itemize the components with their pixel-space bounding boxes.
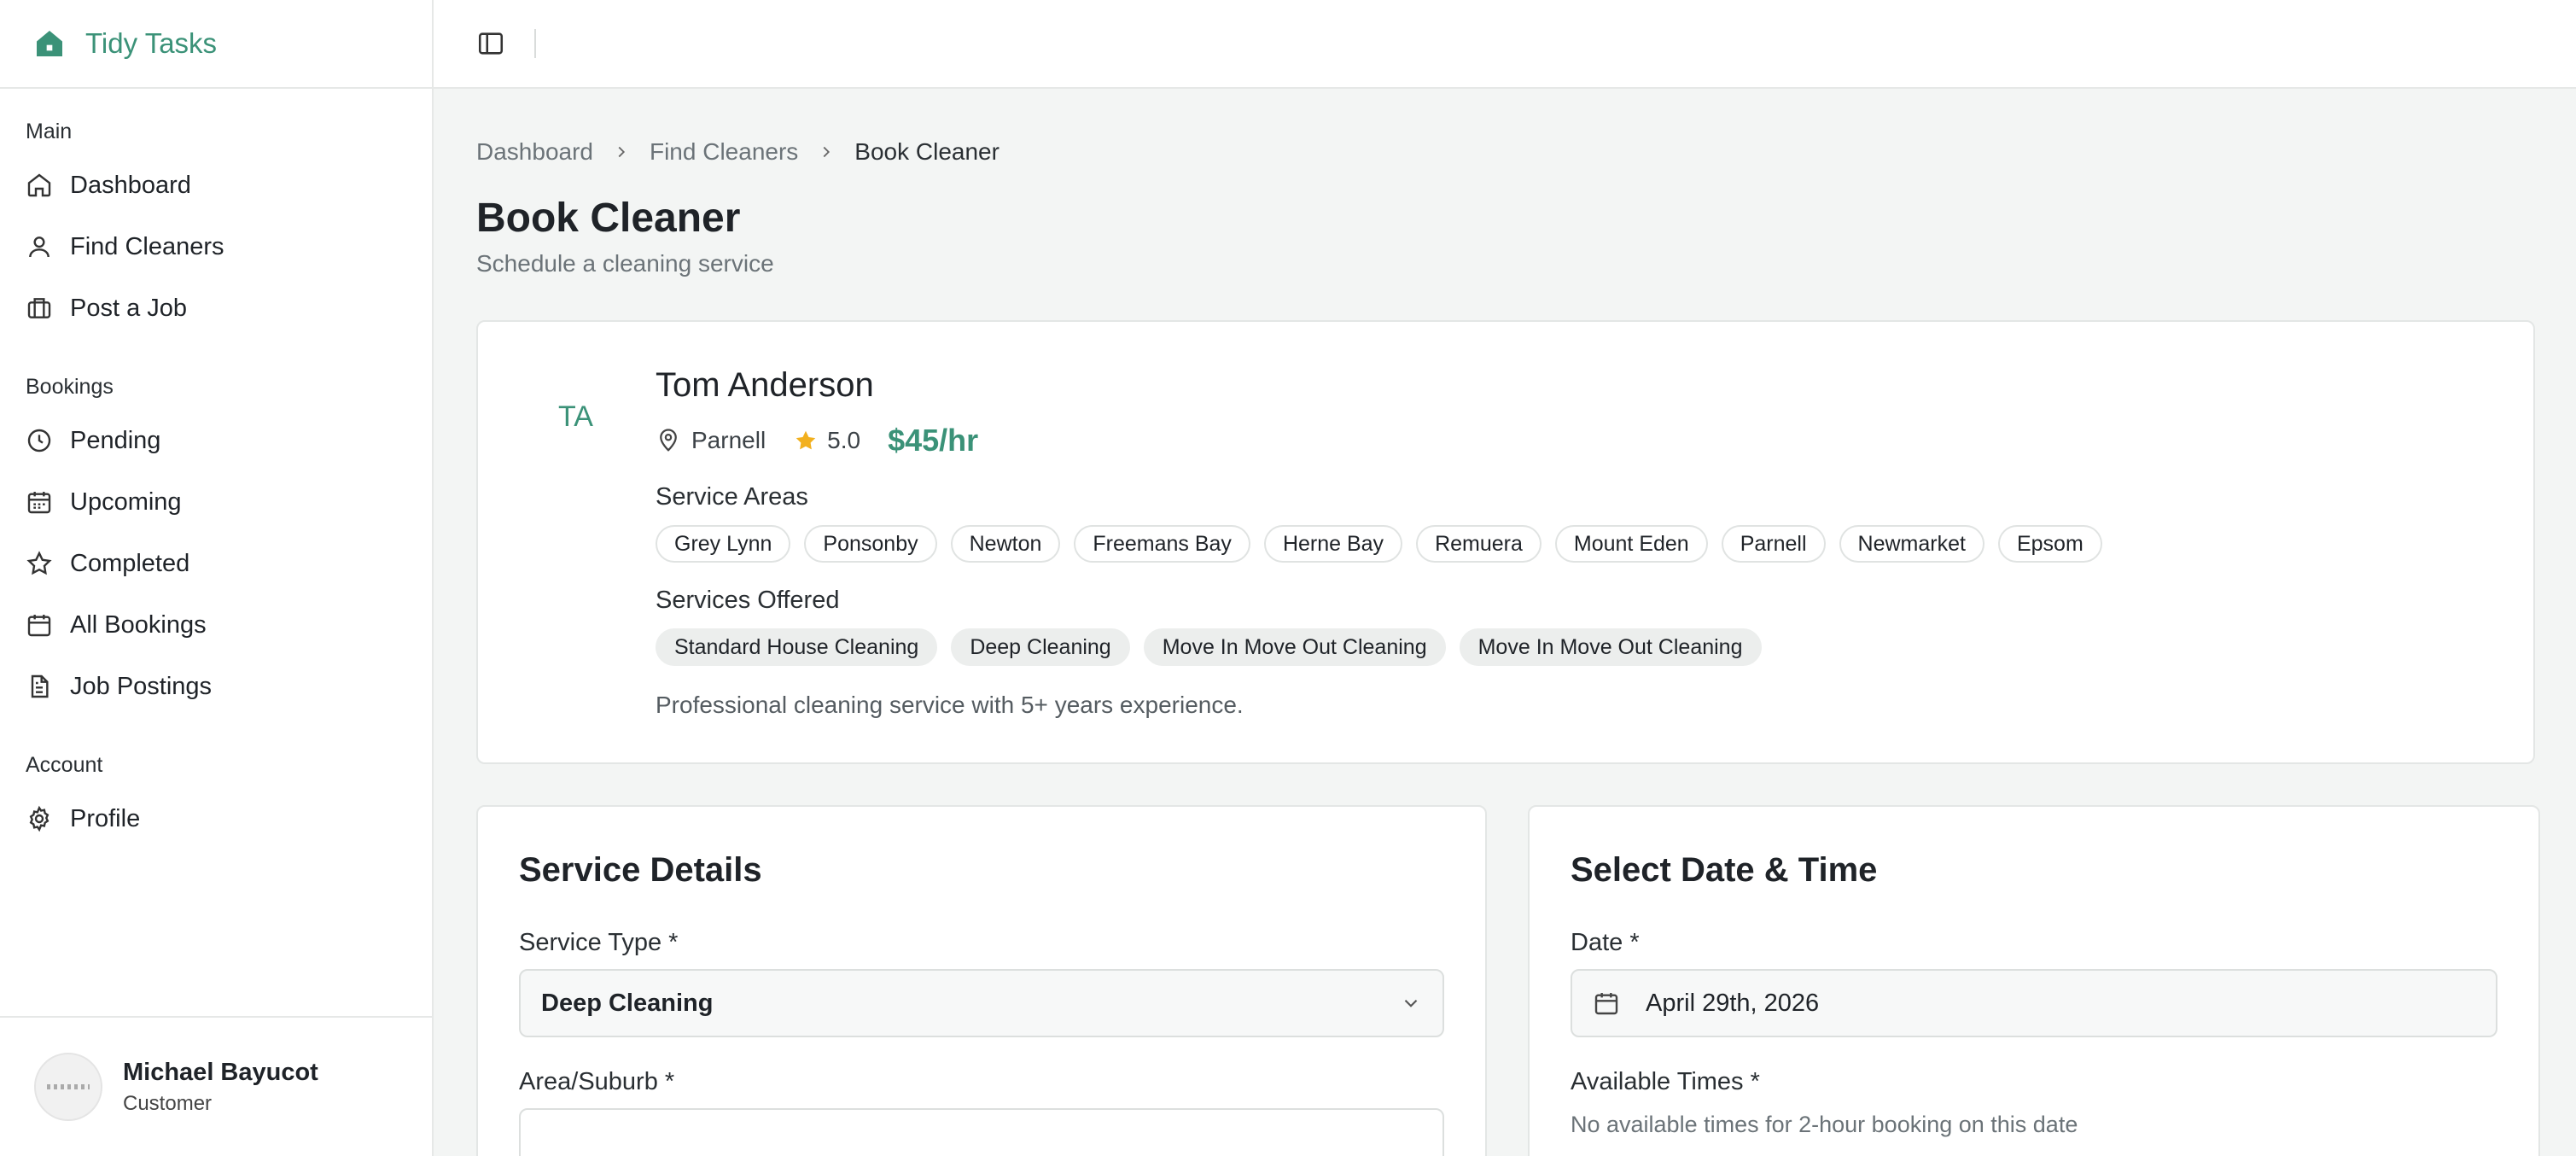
sidebar-item-label: Pending xyxy=(70,426,161,454)
services-offered-list: Standard House Cleaning Deep Cleaning Mo… xyxy=(656,628,2499,666)
clock-icon xyxy=(27,429,51,452)
sidebar: Tidy Tasks Main Dashboard Find Cleaners … xyxy=(0,0,434,1156)
service-area-chip: Epsom xyxy=(1997,525,2102,563)
sidebar-item-pending[interactable]: Pending xyxy=(26,410,406,471)
service-areas-list: Grey Lynn Ponsonby Newton Freemans Bay H… xyxy=(656,525,2499,563)
service-area-chip: Grey Lynn xyxy=(656,525,791,563)
sidebar-item-label: Upcoming xyxy=(70,488,182,516)
sidebar-item-label: Profile xyxy=(70,804,141,832)
briefcase-icon xyxy=(27,298,51,318)
calendar-icon xyxy=(27,492,51,514)
nav-main: Main Dashboard Find Cleaners Post a Job … xyxy=(0,120,432,849)
sidebar-item-job-postings[interactable]: Job Postings xyxy=(26,656,406,717)
sidebar-item-label: All Bookings xyxy=(70,610,207,639)
date-time-title: Select Date & Time xyxy=(1571,851,1878,889)
chevron-down-icon xyxy=(1404,999,1418,1007)
main-content: Dashboard Find Cleaners Book Cleaner Boo… xyxy=(434,0,2576,1156)
calendar-icon xyxy=(1594,993,1618,1015)
user-profile[interactable]: Michael Bayucot Customer xyxy=(0,1016,432,1156)
sidebar-item-label: Post a Job xyxy=(70,294,188,322)
cleaner-name: Tom Anderson xyxy=(656,366,874,404)
home-icon xyxy=(27,173,51,197)
date-time-panel: Select Date & Time Date * April 29th, 20… xyxy=(1528,805,2540,1156)
star-filled-icon xyxy=(796,430,816,450)
section-label-main: Main xyxy=(26,120,73,143)
divider xyxy=(534,29,536,58)
service-type-value: Deep Cleaning xyxy=(541,989,714,1017)
sidebar-item-completed[interactable]: Completed xyxy=(26,533,406,594)
cleaner-description: Professional cleaning service with 5+ ye… xyxy=(656,692,1244,718)
service-type-label: Service Type * xyxy=(519,929,679,956)
map-pin-icon xyxy=(660,429,677,452)
sidebar-toggle-icon[interactable] xyxy=(476,29,505,58)
home-logo-icon xyxy=(37,31,62,56)
chevron-right-icon xyxy=(618,146,626,158)
service-area-chip: Freemans Bay xyxy=(1074,525,1250,563)
service-chip: Standard House Cleaning xyxy=(656,628,938,666)
sidebar-item-post-a-job[interactable]: Post a Job xyxy=(26,277,406,339)
cleaner-card: TA Tom Anderson Parnell 5.0 $45/hr Servi… xyxy=(476,320,2535,764)
section-label-bookings: Bookings xyxy=(26,375,114,399)
sidebar-item-upcoming[interactable]: Upcoming xyxy=(26,471,406,533)
service-details-title: Service Details xyxy=(519,851,762,889)
service-area-chip: Newton xyxy=(950,525,1061,563)
brand[interactable]: Tidy Tasks xyxy=(0,0,432,89)
document-icon xyxy=(31,674,49,698)
app-name: Tidy Tasks xyxy=(85,27,218,59)
service-chip: Move In Move Out Cleaning xyxy=(1143,628,1446,666)
topbar xyxy=(434,0,2576,89)
chevron-right-icon xyxy=(823,146,830,158)
no-times-message: No available times for 2-hour booking on… xyxy=(1571,1112,2078,1137)
area-suburb-label: Area/Suburb * xyxy=(519,1068,675,1095)
date-label: Date * xyxy=(1571,929,1640,956)
sidebar-item-label: Dashboard xyxy=(70,171,191,199)
page-title: Book Cleaner xyxy=(476,196,741,241)
star-icon xyxy=(26,551,52,575)
cleaner-rating: 5.0 xyxy=(827,427,861,453)
section-label-account: Account xyxy=(26,753,103,777)
sidebar-item-label: Job Postings xyxy=(70,672,213,700)
service-area-chip: Newmarket xyxy=(1839,525,1984,563)
avatar xyxy=(34,1053,102,1121)
breadcrumb-find-cleaners[interactable]: Find Cleaners xyxy=(650,138,798,166)
services-offered-heading: Services Offered xyxy=(656,587,840,614)
calendar-icon xyxy=(27,615,51,637)
cleaner-location: Parnell xyxy=(691,427,766,453)
service-type-select[interactable]: Deep Cleaning xyxy=(519,969,1444,1037)
service-chip: Move In Move Out Cleaning xyxy=(1459,628,1762,666)
service-chip: Deep Cleaning xyxy=(951,628,1130,666)
user-role: Customer xyxy=(123,1091,213,1115)
date-value: April 29th, 2026 xyxy=(1646,989,1820,1017)
breadcrumb-book-cleaner: Book Cleaner xyxy=(854,138,1000,165)
user-icon xyxy=(29,236,50,258)
service-area-chip: Parnell xyxy=(1721,525,1826,563)
sidebar-item-profile[interactable]: Profile xyxy=(26,788,406,849)
service-area-chip: Remuera xyxy=(1416,525,1542,563)
cleaner-initials: TA xyxy=(558,400,593,433)
cleaner-meta: Parnell 5.0 $45/hr xyxy=(656,422,2499,459)
service-area-chip: Ponsonby xyxy=(804,525,937,563)
user-name: Michael Bayucot xyxy=(123,1058,318,1086)
sidebar-item-label: Completed xyxy=(70,549,190,577)
sidebar-item-find-cleaners[interactable]: Find Cleaners xyxy=(26,216,406,277)
cleaner-rate: $45/hr xyxy=(888,423,979,458)
sidebar-item-all-bookings[interactable]: All Bookings xyxy=(26,594,406,656)
page-subtitle: Schedule a cleaning service xyxy=(476,250,774,277)
date-picker[interactable]: April 29th, 2026 xyxy=(1571,969,2497,1037)
sidebar-item-label: Find Cleaners xyxy=(70,232,224,260)
available-times-label: Available Times * xyxy=(1571,1068,1760,1095)
service-area-chip: Mount Eden xyxy=(1554,525,1708,563)
breadcrumb: Dashboard Find Cleaners Book Cleaner xyxy=(476,131,2535,172)
service-area-chip: Herne Bay xyxy=(1263,525,1403,563)
area-suburb-input[interactable] xyxy=(519,1108,1444,1156)
breadcrumb-dashboard[interactable]: Dashboard xyxy=(476,138,593,166)
service-areas-heading: Service Areas xyxy=(656,483,808,511)
service-details-panel: Service Details Service Type * Deep Clea… xyxy=(476,805,1487,1156)
sidebar-item-dashboard[interactable]: Dashboard xyxy=(26,155,406,216)
gear-icon xyxy=(29,805,50,832)
